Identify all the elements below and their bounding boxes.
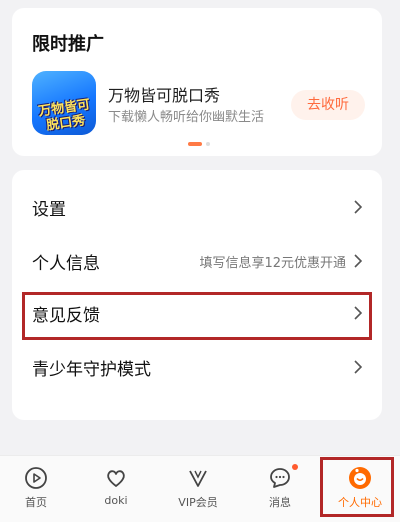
app-icon[interactable]: 万物皆可 脱口秀 (32, 71, 96, 135)
vip-v-icon (189, 470, 207, 487)
chevron-right-icon (354, 200, 362, 214)
menu-item-label: 意见反馈 (32, 306, 100, 326)
carousel-dot (206, 142, 210, 146)
menu-item-label: 设置 (32, 200, 66, 220)
play-icon (25, 467, 47, 489)
carousel-dot-active (188, 142, 202, 146)
tab-label: doki (104, 494, 128, 507)
chevron-right-icon (354, 306, 362, 320)
menu-item-profile-info[interactable]: 个人信息 填写信息享12元优惠开通 (12, 234, 382, 288)
menu-item-hint: 填写信息享12元优惠开通 (199, 256, 346, 271)
tab-messages[interactable]: 消息 (244, 456, 316, 522)
tab-label: 消息 (269, 496, 291, 509)
tab-label: 个人中心 (338, 496, 382, 509)
menu-item-label: 个人信息 (32, 254, 100, 274)
unread-badge (292, 464, 298, 470)
app-description: 下载懒人畅听给你幽默生活 (108, 110, 265, 125)
tab-label: 首页 (25, 496, 47, 509)
chevron-right-icon (354, 254, 362, 268)
app-icon-text: 脱口秀 (45, 113, 87, 134)
tab-doki[interactable]: doki (80, 456, 152, 522)
menu-item-settings[interactable]: 设置 (12, 180, 382, 234)
app-name[interactable]: 万物皆可脱口秀 (108, 82, 220, 106)
listen-button[interactable]: 去收听 (291, 90, 365, 120)
settings-menu: 设置 个人信息 填写信息享12元优惠开通 意见反馈 青少年守护模式 (12, 170, 382, 420)
menu-item-teen-mode[interactable]: 青少年守护模式 (12, 340, 382, 394)
menu-item-label: 青少年守护模式 (32, 360, 151, 380)
chat-bubble-icon (270, 468, 290, 488)
chevron-right-icon (354, 360, 362, 374)
heart-bubble-icon (107, 470, 125, 487)
tab-home[interactable]: 首页 (0, 456, 72, 522)
menu-item-feedback[interactable]: 意见反馈 (12, 286, 382, 340)
profile-face-icon (349, 467, 371, 489)
promo-title: 限时推广 (32, 34, 104, 55)
promo-card: 限时推广 万物皆可 脱口秀 万物皆可脱口秀 下载懒人畅听给你幽默生活 去收听 (12, 8, 382, 156)
tab-label: VIP会员 (178, 496, 218, 509)
bottom-tab-bar: 首页 doki VIP会员 消息 个人中心 (0, 455, 400, 522)
tab-profile[interactable]: 个人中心 (324, 456, 396, 522)
tab-vip[interactable]: VIP会员 (162, 456, 234, 522)
